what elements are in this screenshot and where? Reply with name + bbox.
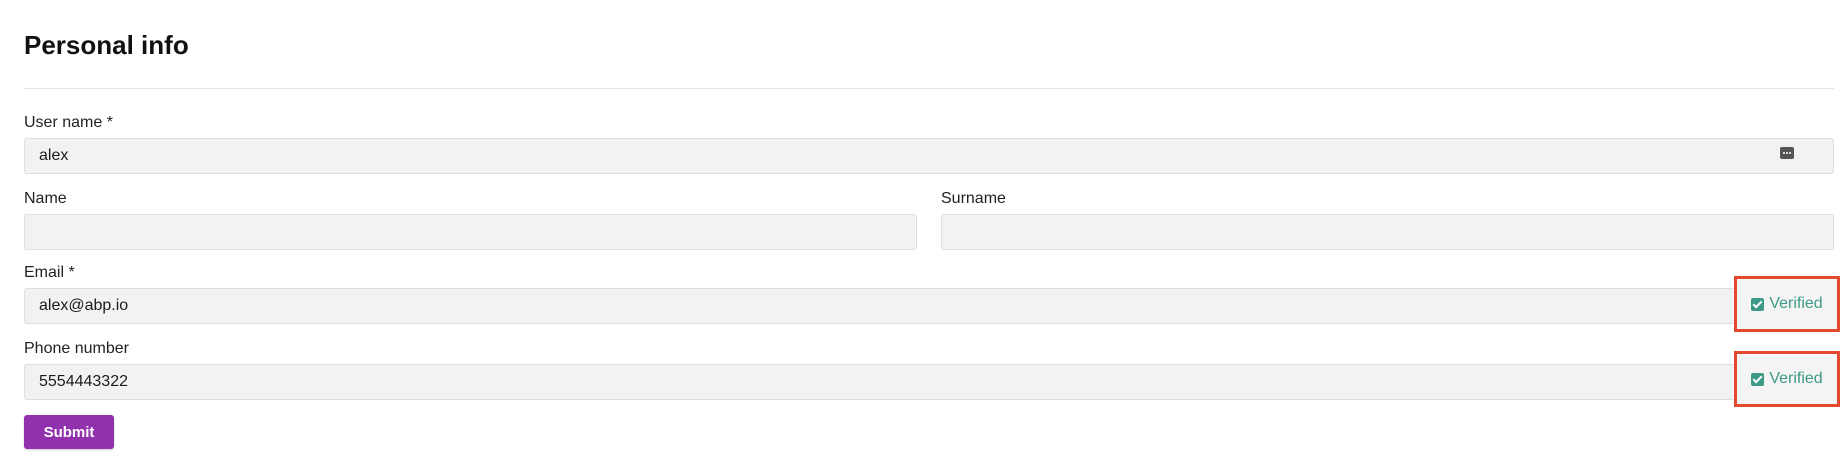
email-input[interactable] — [24, 288, 1739, 324]
phone-verified-label: Verified — [1769, 370, 1823, 387]
phone-label: Phone number — [24, 340, 129, 357]
username-label: User name * — [24, 114, 113, 131]
submit-button[interactable]: Submit — [24, 415, 114, 449]
page-title: Personal info — [24, 30, 189, 60]
surname-input[interactable] — [941, 214, 1834, 250]
checkbox-checked-icon — [1751, 372, 1765, 386]
checkbox-checked-icon — [1751, 297, 1765, 311]
phone-input[interactable] — [24, 364, 1739, 400]
email-verified-label: Verified — [1769, 295, 1823, 312]
phone-verified-badge: Verified — [1734, 351, 1840, 407]
email-verified-badge: Verified — [1734, 276, 1840, 332]
email-label: Email * — [24, 264, 75, 281]
username-input[interactable] — [24, 138, 1834, 174]
title-divider — [24, 88, 1834, 89]
password-manager-icon[interactable] — [1780, 147, 1794, 159]
surname-label: Surname — [941, 190, 1006, 207]
name-label: Name — [24, 190, 67, 207]
name-input[interactable] — [24, 214, 917, 250]
